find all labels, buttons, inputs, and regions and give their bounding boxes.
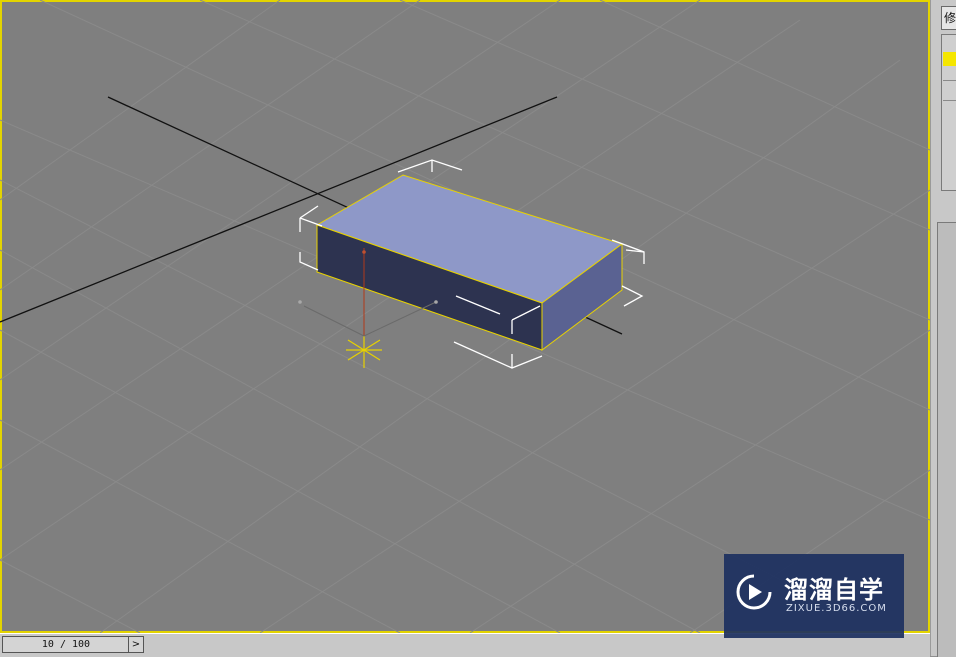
next-frame-button[interactable]: >: [128, 636, 144, 653]
next-frame-icon: >: [131, 639, 141, 650]
modify-tab[interactable]: 修: [941, 6, 956, 30]
command-panel: 修: [930, 0, 956, 657]
time-slider[interactable]: 10 / 100: [2, 636, 130, 653]
command-panel-scroll-area[interactable]: [937, 222, 956, 657]
perspective-viewport[interactable]: [0, 0, 930, 633]
viewport-scene: [0, 0, 930, 633]
watermark-url: ZIXUE.3D66.COM: [786, 603, 887, 614]
watermark-brand: 溜溜自学: [784, 576, 884, 604]
watermark: 溜溜自学 ZIXUE.3D66.COM: [724, 554, 904, 638]
divider: [943, 80, 956, 81]
box-object[interactable]: [315, 174, 624, 351]
play-logo-icon: [736, 574, 772, 610]
divider: [943, 100, 956, 101]
object-color-swatch[interactable]: [943, 52, 956, 66]
